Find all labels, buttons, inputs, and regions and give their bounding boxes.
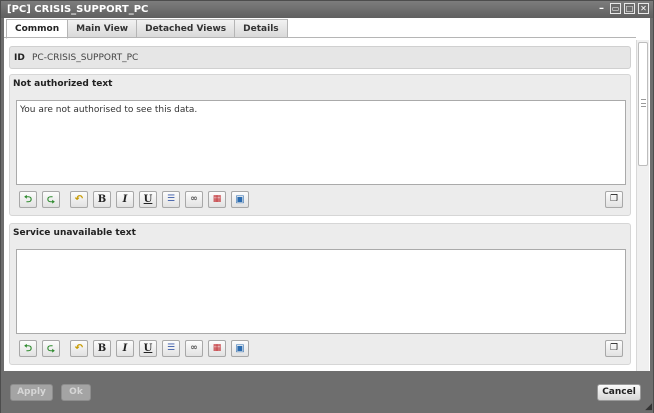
id-value: PC-CRISIS_SUPPORT_PC	[32, 53, 139, 63]
tab-common[interactable]: Common	[6, 19, 69, 39]
calendar-icon[interactable]: ▦	[208, 191, 226, 208]
close-icon[interactable]: ✕	[638, 3, 649, 14]
restore-icon[interactable]: ▭	[610, 3, 621, 14]
minimize-icon[interactable]: –	[596, 3, 607, 14]
id-label: ID	[14, 53, 25, 63]
maximize-editor-icon[interactable]: ❐	[605, 191, 623, 208]
vertical-scrollbar[interactable]	[636, 40, 649, 371]
undo-green-icon[interactable]: ⮌	[19, 340, 37, 357]
maximize-editor-icon[interactable]: ❐	[605, 340, 623, 357]
form-scroll-area: ID PC-CRISIS_SUPPORT_PC Not authorized t…	[4, 40, 636, 371]
maximize-icon[interactable]: □	[624, 3, 635, 14]
not-authorized-toolbar: ⮌ ⮎ ↶ B I U ☰ ∞ ▦ ▣ ❐	[16, 191, 626, 213]
scrollbar-thumb[interactable]	[638, 42, 648, 166]
id-row: ID PC-CRISIS_SUPPORT_PC	[9, 46, 631, 69]
tab-main-view[interactable]: Main View	[67, 19, 138, 38]
bullet-list-icon[interactable]: ☰	[162, 191, 180, 208]
link-icon[interactable]: ∞	[185, 191, 203, 208]
scrollbar-grip-icon	[641, 99, 646, 107]
ok-button[interactable]: Ok	[61, 384, 91, 401]
link-icon[interactable]: ∞	[185, 340, 203, 357]
undo-yellow-icon[interactable]: ↶	[70, 191, 88, 208]
italic-icon[interactable]: I	[116, 340, 134, 357]
not-authorized-panel: Not authorized text You are not authoris…	[9, 74, 631, 216]
bold-icon[interactable]: B	[93, 340, 111, 357]
dialog-footer: Apply Ok Cancel ◢	[1, 371, 653, 413]
tab-details[interactable]: Details	[234, 19, 288, 38]
not-authorized-title: Not authorized text	[13, 79, 113, 89]
bold-icon[interactable]: B	[93, 191, 111, 208]
apply-button[interactable]: Apply	[10, 384, 53, 401]
image-icon[interactable]: ▣	[231, 340, 249, 357]
redo-green-icon[interactable]: ⮎	[42, 340, 60, 357]
tab-detached-views[interactable]: Detached Views	[136, 19, 236, 38]
undo-green-icon[interactable]: ⮌	[19, 191, 37, 208]
dialog-window: [PC] CRISIS_SUPPORT_PC – ▭ □ ✕ Common Ma…	[0, 0, 654, 413]
dialog-content: Common Main View Detached Views Details …	[4, 18, 650, 371]
redo-green-icon[interactable]: ⮎	[42, 191, 60, 208]
underline-icon[interactable]: U	[139, 191, 157, 208]
tab-strip: Common Main View Detached Views Details	[6, 19, 288, 39]
undo-yellow-icon[interactable]: ↶	[70, 340, 88, 357]
resize-grip-icon[interactable]: ◢	[642, 402, 652, 412]
not-authorized-text: You are not authorised to see this data.	[20, 105, 198, 115]
tab-divider	[4, 37, 636, 38]
service-unavailable-toolbar: ⮌ ⮎ ↶ B I U ☰ ∞ ▦ ▣ ❐	[16, 340, 626, 362]
bullet-list-icon[interactable]: ☰	[162, 340, 180, 357]
window-controls: – ▭ □ ✕	[596, 3, 649, 14]
underline-icon[interactable]: U	[139, 340, 157, 357]
window-title: [PC] CRISIS_SUPPORT_PC	[7, 4, 149, 15]
service-unavailable-panel: Service unavailable text ⮌ ⮎ ↶ B I U ☰ ∞…	[9, 223, 631, 365]
not-authorized-editor[interactable]: You are not authorised to see this data.	[16, 100, 626, 185]
image-icon[interactable]: ▣	[231, 191, 249, 208]
calendar-icon[interactable]: ▦	[208, 340, 226, 357]
cancel-button[interactable]: Cancel	[597, 384, 641, 401]
italic-icon[interactable]: I	[116, 191, 134, 208]
title-bar[interactable]: [PC] CRISIS_SUPPORT_PC – ▭ □ ✕	[1, 1, 653, 18]
service-unavailable-title: Service unavailable text	[13, 228, 136, 238]
service-unavailable-editor[interactable]	[16, 249, 626, 334]
